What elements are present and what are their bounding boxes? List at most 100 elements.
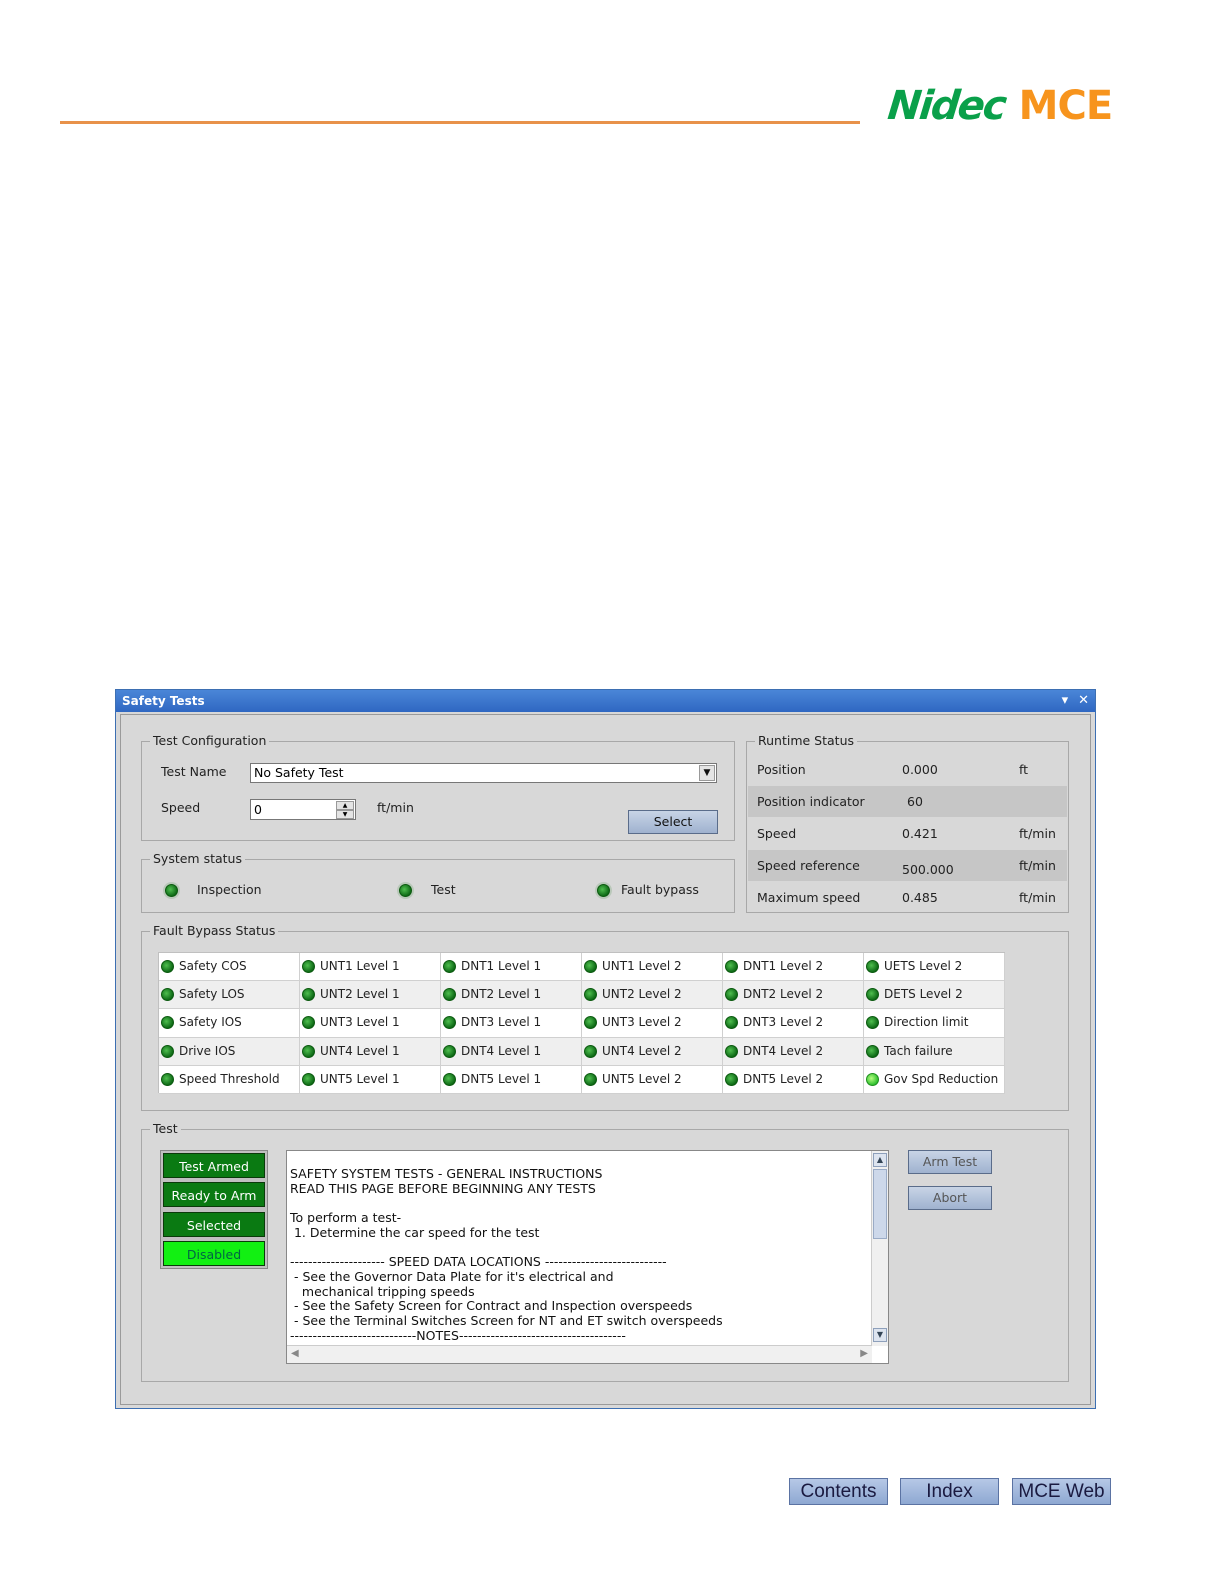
runtime-label: Speed xyxy=(757,826,797,841)
fault-bypass-label: Tach failure xyxy=(884,1043,953,1058)
status-led-icon xyxy=(725,1044,738,1058)
fault-bypass-label: DNT4 Level 2 xyxy=(743,1043,824,1058)
window-client: Test Configuration Test Name No Safety T… xyxy=(120,714,1091,1405)
speed-stepper[interactable]: 0 ▲ ▼ xyxy=(250,799,356,820)
status-led-icon xyxy=(161,988,174,1002)
status-led-icon xyxy=(443,1016,456,1030)
status-led-icon xyxy=(161,1016,174,1030)
fault-bypass-cell: UNT4 Level 1 xyxy=(300,1037,441,1066)
scroll-right-icon[interactable]: ▶ xyxy=(860,1348,868,1359)
runtime-status-legend: Runtime Status xyxy=(755,733,858,748)
fault-bypass-legend: Fault Bypass Status xyxy=(150,923,279,938)
status-led-icon xyxy=(725,1016,738,1030)
fault-bypass-cell: DNT2 Level 2 xyxy=(723,981,864,1010)
fault-bypass-label: DNT3 Level 2 xyxy=(743,1015,824,1030)
test-name-combobox[interactable]: No Safety Test ▼ xyxy=(250,763,717,783)
test-configuration-legend: Test Configuration xyxy=(150,733,270,748)
status-test: Test xyxy=(431,882,456,897)
chevron-down-icon[interactable]: ▼ xyxy=(699,765,715,781)
test-state-stack: Test Armed Ready to Arm Selected Disable… xyxy=(160,1150,268,1269)
status-led-icon xyxy=(161,1044,174,1058)
fault-bypass-cell: Drive IOS xyxy=(159,1037,300,1066)
arm-test-button[interactable]: Arm Test xyxy=(908,1150,992,1174)
fault-bypass-led-icon xyxy=(597,884,610,897)
status-led-icon xyxy=(161,1072,174,1086)
status-led-icon xyxy=(443,988,456,1002)
fault-bypass-cell: UNT1 Level 2 xyxy=(582,953,723,982)
fault-bypass-label: UNT3 Level 2 xyxy=(602,1015,682,1030)
status-led-icon xyxy=(584,988,597,1002)
fault-bypass-cell: DETS Level 2 xyxy=(864,981,1005,1010)
state-disabled: Disabled xyxy=(163,1241,265,1266)
spin-down-icon[interactable]: ▼ xyxy=(336,810,354,819)
status-led-icon xyxy=(302,1044,315,1058)
status-led-icon xyxy=(443,1072,456,1086)
runtime-unit: ft xyxy=(1019,762,1029,777)
fault-bypass-label: DNT5 Level 2 xyxy=(743,1071,824,1086)
status-led-icon xyxy=(866,1072,879,1086)
runtime-value: 60 xyxy=(907,794,923,809)
fault-bypass-label: UNT1 Level 1 xyxy=(320,959,400,973)
menu-dropdown-icon[interactable]: ▾ xyxy=(1062,690,1069,712)
runtime-value: 0.000 xyxy=(902,762,938,777)
scroll-down-icon[interactable]: ▼ xyxy=(873,1328,887,1342)
horizontal-scrollbar[interactable]: ◀ ▶ xyxy=(287,1345,872,1363)
close-icon[interactable]: ✕ xyxy=(1078,690,1089,712)
status-led-icon xyxy=(866,1016,879,1030)
fault-bypass-label: Speed Threshold xyxy=(179,1071,280,1086)
scroll-thumb[interactable] xyxy=(873,1169,887,1239)
fault-bypass-cell: UNT2 Level 1 xyxy=(300,981,441,1010)
fault-bypass-cell: Tach failure xyxy=(864,1037,1005,1066)
fault-bypass-cell: UNT1 Level 1 xyxy=(300,953,441,982)
logo-mce: MCE xyxy=(1018,83,1113,129)
vertical-scrollbar[interactable]: ▲ ▼ xyxy=(871,1151,888,1346)
test-name-value: No Safety Test xyxy=(254,765,344,780)
fault-bypass-label: DNT1 Level 1 xyxy=(461,959,542,973)
fault-bypass-cell: Speed Threshold xyxy=(159,1065,300,1094)
fault-bypass-label: Drive IOS xyxy=(179,1043,236,1058)
status-led-icon xyxy=(302,1072,315,1086)
fault-bypass-cell: UETS Level 2 xyxy=(864,953,1005,982)
header-rule xyxy=(60,121,860,124)
mce-web-button[interactable]: MCE Web xyxy=(1012,1478,1111,1505)
instructions-textarea[interactable]: SAFETY SYSTEM TESTS - GENERAL INSTRUCTIO… xyxy=(286,1150,889,1364)
fault-bypass-cell: DNT4 Level 1 xyxy=(441,1037,582,1066)
fault-bypass-cell: Gov Spd Reduction xyxy=(864,1065,1005,1094)
fault-bypass-cell: DNT1 Level 2 xyxy=(723,953,864,982)
runtime-value: 500.000 xyxy=(902,862,954,877)
scroll-up-icon[interactable]: ▲ xyxy=(873,1153,887,1167)
fault-bypass-cell: DNT5 Level 2 xyxy=(723,1065,864,1094)
status-led-icon xyxy=(443,960,456,973)
scroll-left-icon[interactable]: ◀ xyxy=(291,1348,299,1359)
fault-bypass-label: Gov Spd Reduction xyxy=(884,1071,999,1086)
fault-bypass-cell: DNT2 Level 1 xyxy=(441,981,582,1010)
fault-bypass-label: DETS Level 2 xyxy=(884,987,963,1002)
status-led-icon xyxy=(584,1044,597,1058)
test-legend: Test xyxy=(150,1121,181,1136)
runtime-row: Speed reference 500.000 ft/min xyxy=(748,850,1067,881)
fault-bypass-label: UNT4 Level 2 xyxy=(602,1043,682,1058)
state-selected: Selected xyxy=(163,1212,265,1237)
contents-button[interactable]: Contents xyxy=(789,1478,888,1505)
fault-bypass-label: UNT4 Level 1 xyxy=(320,1043,400,1058)
fault-bypass-label: UNT2 Level 2 xyxy=(602,987,682,1002)
instructions-text: SAFETY SYSTEM TESTS - GENERAL INSTRUCTIO… xyxy=(290,1166,723,1343)
status-led-icon xyxy=(725,988,738,1002)
fault-bypass-label: Direction limit xyxy=(884,1015,969,1030)
fault-bypass-cell: DNT4 Level 2 xyxy=(723,1037,864,1066)
runtime-unit: ft/min xyxy=(1019,890,1056,905)
fault-bypass-label: UETS Level 2 xyxy=(884,959,963,973)
spin-up-icon[interactable]: ▲ xyxy=(336,801,354,810)
status-led-icon xyxy=(302,1016,315,1030)
fault-bypass-cell: Safety COS xyxy=(159,953,300,982)
test-name-label: Test Name xyxy=(161,764,227,779)
select-button[interactable]: Select xyxy=(628,810,718,834)
test-group: Test Test Armed Ready to Arm Selected Di… xyxy=(141,1121,1069,1382)
state-ready-to-arm: Ready to Arm xyxy=(163,1182,265,1207)
system-status-legend: System status xyxy=(150,851,245,866)
fault-bypass-cell: UNT2 Level 2 xyxy=(582,981,723,1010)
fault-bypass-label: Safety IOS xyxy=(179,1015,242,1030)
abort-button[interactable]: Abort xyxy=(908,1186,992,1210)
index-button[interactable]: Index xyxy=(900,1478,999,1505)
fault-bypass-label: UNT3 Level 1 xyxy=(320,1015,400,1030)
